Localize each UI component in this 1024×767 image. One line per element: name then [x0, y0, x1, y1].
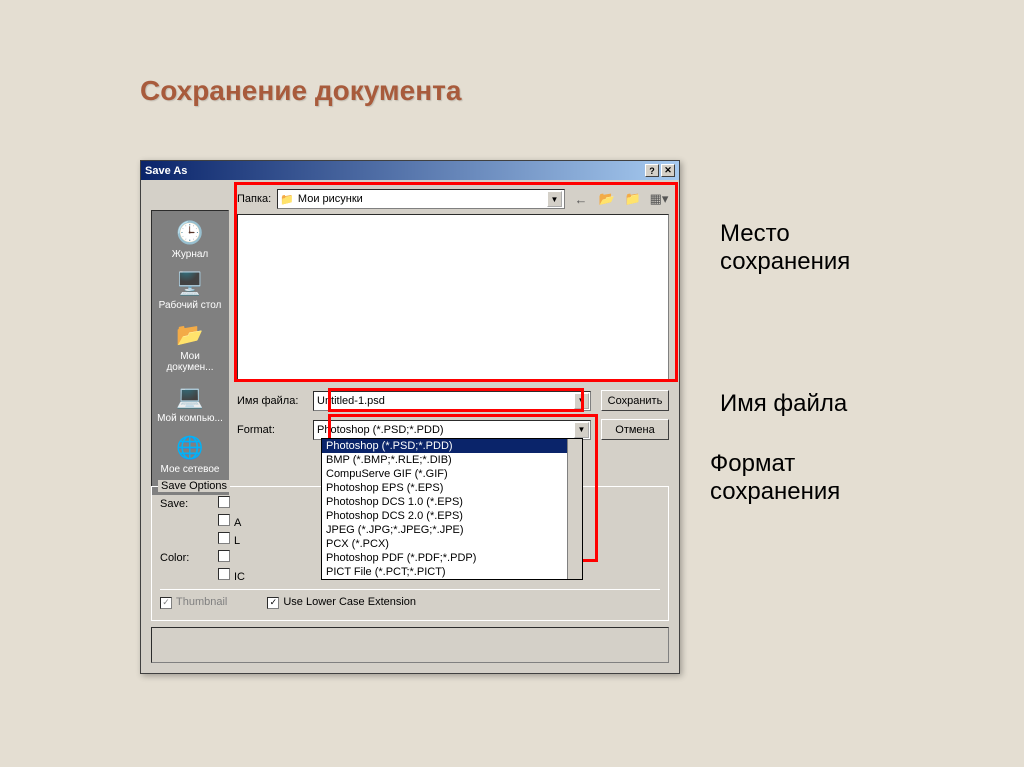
annotation-filename: Имя файла [720, 390, 847, 418]
chevron-down-icon[interactable]: ▼ [547, 191, 562, 207]
network-icon: 🌐 [174, 434, 206, 462]
place-desktop[interactable]: 🖥️ Рабочий стол [154, 266, 226, 315]
scrollbar[interactable] [567, 439, 582, 579]
format-option[interactable]: BMP (*.BMP;*.RLE;*.DIB) [322, 453, 582, 467]
save-options-label: Save Options [158, 480, 230, 492]
thumbnail-checkbox[interactable]: ✓ [160, 597, 172, 609]
color-row-label: Color: [160, 552, 210, 564]
filename-input[interactable]: Untitled-1.psd ▼ [313, 391, 591, 411]
annotation-format: Формат сохранения [710, 450, 910, 506]
up-folder-icon[interactable]: 📂 [597, 189, 617, 209]
checkbox[interactable] [218, 514, 230, 526]
new-folder-icon[interactable]: 📁 [623, 189, 643, 209]
format-option[interactable]: CompuServe GIF (*.GIF) [322, 467, 582, 481]
computer-icon: 💻 [174, 383, 206, 411]
format-option[interactable]: JPEG (*.JPG;*.JPEG;*.JPE) [322, 523, 582, 537]
info-panel [151, 627, 669, 663]
place-documents[interactable]: 📂 Мои докумен... [154, 317, 226, 377]
slide-title: Сохранение документа [140, 75, 461, 107]
dialog-title: Save As [145, 165, 187, 177]
save-as-dialog: Save As ? ✕ Папка: 📁 Мои рисунки ▼ ← 📂 📁… [140, 160, 680, 674]
view-menu-icon[interactable]: ▦▾ [649, 189, 669, 209]
save-button[interactable]: Сохранить [601, 390, 669, 411]
places-bar: 🕒 Журнал 🖥️ Рабочий стол 📂 Мои докумен..… [151, 210, 229, 495]
help-button[interactable]: ? [645, 164, 659, 177]
format-dropdown[interactable]: Photoshop (*.PSD;*.PDD) ▼ [313, 420, 591, 440]
back-icon[interactable]: ← [571, 189, 591, 209]
format-option[interactable]: Photoshop DCS 2.0 (*.EPS) [322, 509, 582, 523]
format-option[interactable]: PICT File (*.PCT;*.PICT) [322, 565, 582, 579]
checkbox[interactable] [218, 550, 230, 562]
folder-icon: 📁 [280, 193, 294, 206]
documents-icon: 📂 [174, 321, 206, 349]
close-button[interactable]: ✕ [661, 164, 675, 177]
chevron-down-icon[interactable]: ▼ [574, 393, 589, 409]
cancel-button[interactable]: Отмена [601, 419, 669, 440]
lowercase-checkbox[interactable]: ✓ [267, 597, 279, 609]
format-dropdown-list[interactable]: Photoshop (*.PSD;*.PDD) BMP (*.BMP;*.RLE… [321, 438, 583, 580]
desktop-icon: 🖥️ [174, 270, 206, 298]
place-history[interactable]: 🕒 Журнал [154, 215, 226, 264]
folder-dropdown[interactable]: 📁 Мои рисунки ▼ [277, 189, 565, 209]
save-row-label: Save: [160, 498, 210, 510]
checkbox[interactable] [218, 568, 230, 580]
format-label: Format: [237, 424, 303, 436]
format-option[interactable]: PCX (*.PCX) [322, 537, 582, 551]
checkbox[interactable] [218, 532, 230, 544]
filename-label: Имя файла: [237, 395, 303, 407]
folder-value: Мои рисунки [298, 193, 363, 205]
history-icon: 🕒 [174, 219, 206, 247]
annotation-location: Место сохранения [720, 220, 920, 276]
format-option[interactable]: Photoshop DCS 1.0 (*.EPS) [322, 495, 582, 509]
checkbox[interactable] [218, 496, 230, 508]
folder-label: Папка: [237, 193, 271, 205]
format-option[interactable]: Photoshop EPS (*.EPS) [322, 481, 582, 495]
titlebar: Save As ? ✕ [141, 161, 679, 180]
chevron-down-icon[interactable]: ▼ [574, 422, 589, 438]
format-option[interactable]: Photoshop (*.PSD;*.PDD) [322, 439, 582, 453]
place-computer[interactable]: 💻 Мой компью... [154, 379, 226, 428]
file-list-area[interactable] [237, 214, 669, 382]
format-option[interactable]: Photoshop PDF (*.PDF;*.PDP) [322, 551, 582, 565]
